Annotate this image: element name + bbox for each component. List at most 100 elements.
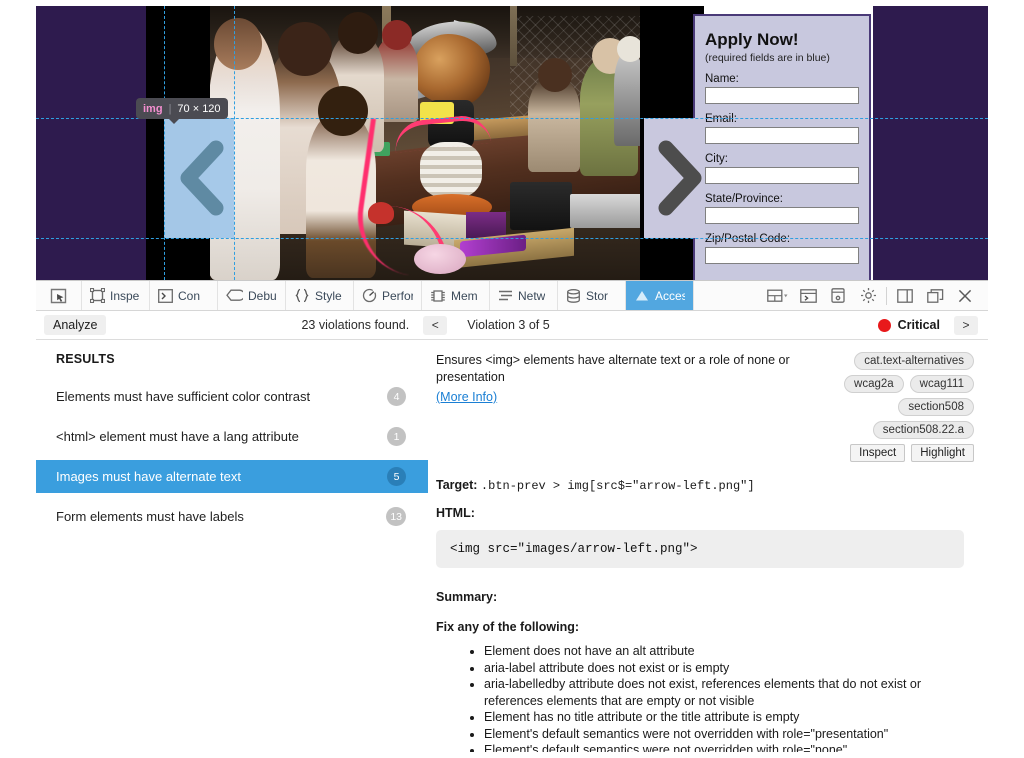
tab-memory-label: Mem (451, 288, 478, 303)
result-count-badge: 5 (387, 467, 406, 486)
split-console-icon[interactable] (793, 281, 823, 310)
state-label: State/Province: (705, 193, 783, 205)
form-title: Apply Now! (705, 30, 799, 49)
badge-separator: | (168, 102, 172, 115)
fix-item: Element's default semantics were not ove… (484, 742, 974, 752)
tag-row-2: wcag2a wcag111 (844, 375, 974, 393)
badge-tag-name: img (143, 102, 163, 115)
fix-item: Element's default semantics were not ove… (484, 726, 974, 743)
carousel-stage (146, 6, 704, 280)
inspect-button[interactable]: Inspect (850, 444, 906, 462)
form-required-note: (required fields are in blue) (705, 52, 830, 64)
city-label: City: (705, 153, 728, 165)
elements-icon (90, 288, 105, 303)
name-field[interactable] (705, 87, 859, 104)
violations-found-text: 23 violations found. (301, 318, 410, 332)
zip-label: Zip/Postal Code: (705, 233, 791, 245)
tag-section508-22a: section508.22.a (872, 421, 974, 439)
network-icon (498, 289, 513, 302)
severity-dot-icon (877, 318, 891, 332)
separate-window-icon[interactable] (920, 281, 950, 310)
dock-side-icon[interactable] (890, 281, 920, 310)
fix-item: aria-label attribute does not exist or i… (484, 660, 974, 677)
result-label: <html> element must have a lang attribut… (56, 429, 299, 444)
devtools-panel: Inspe Con Debu Style Perfo Mem Netw Stor… (36, 280, 988, 752)
result-row-color-contrast[interactable]: Elements must have sufficient color cont… (36, 380, 428, 413)
chevron-left-icon (180, 140, 224, 216)
city-field[interactable] (705, 167, 859, 184)
result-label: Form elements must have labels (56, 509, 244, 524)
inspect-cursor-icon (50, 288, 67, 304)
page-left-margin-band (36, 6, 146, 280)
email-field[interactable] (705, 127, 859, 144)
devtools-screenshot: Apply Now! (required fields are in blue)… (0, 0, 1024, 758)
tag-wcag111: wcag111 (909, 375, 974, 393)
result-row-html-lang[interactable]: <html> element must have a lang attribut… (36, 420, 428, 453)
result-row-image-alt[interactable]: Images must have alternate text 5 (36, 460, 428, 493)
detail-top-row: Ensures <img> elements have alternate te… (436, 352, 974, 462)
tab-debugger-label: Debu (248, 288, 277, 303)
tab-console[interactable]: Con (150, 281, 218, 310)
state-field[interactable] (705, 207, 859, 224)
debugger-icon (226, 289, 243, 302)
rule-tags-column: cat.text-alternatives wcag2a wcag111 sec… (792, 352, 974, 462)
tag-row-1: cat.text-alternatives (854, 352, 974, 370)
more-info-link[interactable]: (More Info) (436, 389, 497, 406)
carousel-prev-button[interactable] (164, 118, 234, 238)
violation-counter: Violation 3 of 5 (467, 318, 550, 332)
results-panel: RESULTS Elements must have sufficient co… (36, 340, 428, 752)
tag-row-4: section508.22.a (872, 421, 974, 439)
result-label: Elements must have sufficient color cont… (56, 389, 311, 404)
layout-split-dropdown-icon[interactable] (763, 281, 793, 310)
tab-storage-label: Stor (586, 288, 609, 303)
tab-network[interactable]: Netw (490, 281, 558, 310)
tab-performance[interactable]: Perform (354, 281, 422, 310)
devtools-tool-icons (763, 281, 988, 310)
carousel-photo (210, 6, 640, 280)
tab-debugger[interactable]: Debu (218, 281, 286, 310)
performance-icon (362, 288, 377, 303)
tab-storage[interactable]: Stor (558, 281, 626, 310)
analyze-button[interactable]: Analyze (44, 315, 107, 335)
prev-violation-button[interactable]: < (423, 315, 448, 335)
responsive-device-icon[interactable] (823, 281, 853, 310)
tab-inspector[interactable]: Inspe (82, 281, 150, 310)
carousel-next-button[interactable] (644, 118, 704, 238)
target-label: Target: (436, 478, 478, 492)
tab-style-editor[interactable]: Style E (286, 281, 354, 310)
rule-description-block: Ensures <img> elements have alternate te… (436, 352, 792, 462)
accessibility-icon (634, 289, 650, 303)
close-icon[interactable] (950, 281, 980, 310)
console-icon (158, 288, 173, 303)
fix-list: Element does not have an alt attribute a… (436, 643, 974, 752)
html-snippet-box: <img src="images/arrow-left.png"> (436, 530, 964, 568)
tabstrip-spacer (694, 281, 763, 310)
page-right-margin-band (873, 6, 988, 280)
tag-section508: section508 (898, 398, 974, 416)
severity-group: Critical > (877, 315, 978, 335)
target-selector: .btn-prev > img[src$="arrow-left.png"] (480, 479, 755, 493)
storage-icon (566, 288, 581, 303)
tab-inspect-picker[interactable] (36, 281, 82, 310)
result-row-form-labels[interactable]: Form elements must have labels 13 (36, 500, 428, 533)
tab-memory[interactable]: Mem (422, 281, 490, 310)
devtools-body: RESULTS Elements must have sufficient co… (36, 340, 988, 752)
tab-accessibility-label: Access (655, 288, 685, 303)
settings-gear-icon[interactable] (853, 281, 883, 310)
browser-viewport: Apply Now! (required fields are in blue)… (36, 6, 988, 280)
highlight-button[interactable]: Highlight (911, 444, 974, 462)
target-line: Target: .btn-prev > img[src$="arrow-left… (436, 478, 974, 493)
memory-icon (430, 289, 446, 303)
fix-item: Element does not have an alt attribute (484, 643, 974, 660)
results-heading: RESULTS (56, 352, 115, 366)
chevron-right-icon (658, 140, 702, 216)
tab-accessibility[interactable]: Access (626, 281, 694, 310)
zip-field[interactable] (705, 247, 859, 264)
result-count-badge: 1 (387, 427, 406, 446)
detail-action-buttons: Inspect Highlight (850, 444, 974, 462)
result-count-badge: 4 (387, 387, 406, 406)
tab-console-label: Con (178, 288, 201, 303)
fix-item: aria-labelledby attribute does not exist… (484, 676, 974, 709)
result-count-badge: 13 (386, 507, 406, 526)
next-violation-button[interactable]: > (954, 315, 978, 335)
